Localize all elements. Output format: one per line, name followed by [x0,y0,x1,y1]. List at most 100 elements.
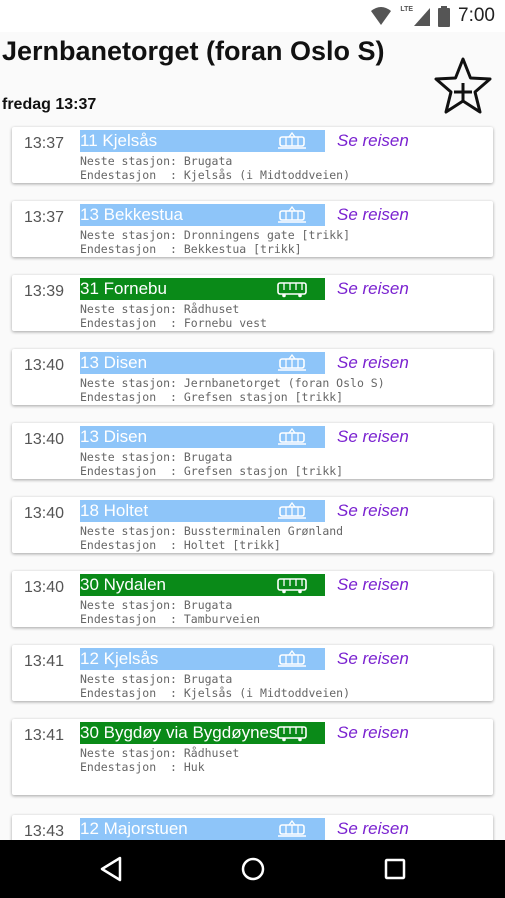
final-stop-label: Endestasjon : [80,464,184,478]
next-stop-value: Brugata [183,672,233,686]
next-stop-label: Neste stasjon: [80,154,184,168]
next-stop-label: Neste stasjon: [80,376,184,390]
se-reisen-link[interactable]: Se reisen [337,279,409,299]
final-stop-value: Huk [183,760,205,774]
bus-icon [277,724,307,742]
departure-time: 13:40 [24,431,65,448]
wifi-signal-icon [371,7,392,25]
se-reisen-link[interactable]: Se reisen [337,205,409,225]
line-label: 31 Fornebu [80,278,325,300]
next-stop-label: Neste stasjon: [80,450,184,464]
se-reisen-link[interactable]: Se reisen [337,501,409,521]
next-stop-label: Neste stasjon: [80,746,184,760]
departure-time: 13:40 [24,505,65,522]
final-stop-value: Bekkestua [trikk] [183,242,302,256]
final-stop-label: Endestasjon : [80,612,184,626]
bus-icon [277,280,307,298]
departure-time: 13:37 [24,209,65,226]
se-reisen-link[interactable]: Se reisen [337,131,409,151]
next-stop-label: Neste stasjon: [80,228,184,242]
final-stop-label: Endestasjon : [80,686,184,700]
next-stop-value: Dronningens gate [trikk] [183,228,351,242]
back-button[interactable] [96,854,126,884]
departure-card[interactable]: 13:40 30 Nydalen Se reisen Neste stasjon: B… [12,571,493,627]
se-reisen-link[interactable]: Se reisen [337,575,409,595]
final-stop-label: Endestasjon : [80,316,184,330]
final-stop-value: Grefsen stasjon [trikk] [183,390,344,404]
star-plus-icon [434,57,492,114]
next-stop-label: Neste stasjon: [80,672,184,686]
tram-icon [277,501,307,520]
stop-info: Neste stasjon: Brugata Endestasjon : Kjel… [80,672,350,700]
lte-icon: LTE [400,6,431,26]
tram-icon [277,427,307,446]
final-stop-label: Endestasjon : [80,390,184,404]
next-stop-value: Jernbanetorget (foran Oslo S) [183,376,385,390]
departure-card[interactable]: 13:37 13 Bekkestua Se reisen Neste stasjon:… [12,201,493,257]
stop-info: Neste stasjon: Rådhuset Endestasjon : For… [80,302,267,330]
next-stop-label: Neste stasjon: [80,524,184,538]
line-label: 13 Bekkestua [80,204,325,226]
stop-info: Neste stasjon: Dronningens gate [trikk] E… [80,228,350,256]
recents-button[interactable] [380,854,410,884]
battery-icon [438,5,451,27]
tram-icon [277,131,307,150]
departure-card[interactable]: 13:39 31 Fornebu Se reisen Neste stasjon: R… [12,275,493,331]
final-stop-label: Endestasjon : [80,242,184,256]
line-label: 18 Holtet [80,500,325,522]
next-stop-value: Brugata [183,154,233,168]
se-reisen-link[interactable]: Se reisen [337,353,409,373]
departure-card[interactable]: 13:41 12 Kjelsås Se reisen Neste stasjon: B… [12,645,493,701]
next-stop-value: Rådhuset [183,746,240,760]
tram-icon [277,205,307,224]
recents-icon [384,858,406,880]
departure-list[interactable]: 13:37 11 Kjelsås Se reisen Neste stasjon: B… [0,118,505,840]
tram-icon [277,819,307,838]
line-label: 12 Kjelsås [80,648,325,670]
final-stop-value: Kjelsås (i Midtoddveien) [183,686,351,700]
departure-card[interactable]: 13:41 30 Bygdøy via Bygdøynes Se reisen Nes… [12,719,493,795]
final-stop-value: Fornebu vest [183,316,267,330]
departure-time: 13:40 [24,579,65,596]
se-reisen-link[interactable]: Se reisen [337,649,409,669]
final-stop-label: Endestasjon : [80,760,184,774]
departure-time: 13:40 [24,357,65,374]
back-icon [100,856,122,882]
line-label: 30 Bygdøy via Bygdøynes [80,722,325,744]
page-title: Jernbanetorget (foran Oslo S) [2,36,385,66]
departure-card[interactable]: 13:40 13 Disen Se reisen Neste stasjon: Jer… [12,349,493,405]
line-label: 13 Disen [80,426,325,448]
departure-card[interactable]: 13:40 18 Holtet Se reisen Neste stasjon: Bu… [12,497,493,553]
next-stop-value: Brugata [183,450,233,464]
stop-info: Neste stasjon: Jernbanetorget (foran Osl… [80,376,385,404]
line-label: 13 Disen [80,352,325,374]
date-time: fredag 13:37 [2,96,97,113]
departure-card[interactable]: 13:43 12 Majorstuen Se reisen [12,815,493,840]
final-stop-value: Holtet [trikk] [183,538,281,552]
departure-time: 13:43 [24,823,65,840]
departure-card[interactable]: 13:40 13 Disen Se reisen Neste stasjon: Bru… [12,423,493,479]
departure-time: 13:37 [24,135,65,152]
bus-icon [277,576,307,594]
tram-icon [277,649,307,668]
se-reisen-link[interactable]: Se reisen [337,819,409,839]
navigation-bar [0,840,505,898]
next-stop-value: Rådhuset [183,302,240,316]
home-button[interactable] [238,854,268,884]
departure-card[interactable]: 13:37 11 Kjelsås Se reisen Neste stasjon: B… [12,127,493,183]
final-stop-value: Tamburveien [183,612,261,626]
next-stop-label: Neste stasjon: [80,302,184,316]
stop-info: Neste stasjon: Brugata Endestasjon : Gref… [80,450,343,478]
final-stop-label: Endestasjon : [80,538,184,552]
se-reisen-link[interactable]: Se reisen [337,427,409,447]
final-stop-value: Kjelsås (i Midtoddveien) [183,168,351,182]
status-indicators: LTE 7:00 [370,5,495,27]
se-reisen-link[interactable]: Se reisen [337,723,409,743]
clock: 7:00 [458,5,495,26]
stop-info: Neste stasjon: Bussterminalen Grønland En… [80,524,343,552]
stop-header: Jernbanetorget (foran Oslo S) fredag 13:… [0,32,505,118]
next-stop-value: Bussterminalen Grønland [183,524,344,538]
departure-time: 13:39 [24,283,65,300]
tram-icon [277,353,307,372]
add-favorite-button[interactable] [432,56,494,116]
